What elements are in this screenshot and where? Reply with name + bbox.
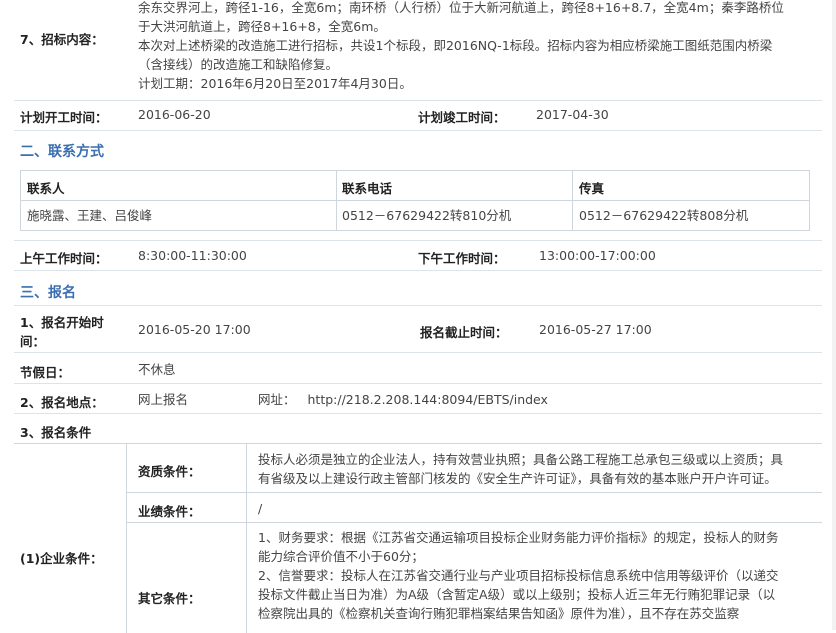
- qualification-line: 有省级及以上建设行政主管部门核发的《安全生产许可证》，具备有效的基本账户开户许可…: [258, 471, 777, 486]
- holiday-value: 不休息: [138, 362, 176, 377]
- company-conditions-label: (1)企业条件：: [20, 551, 103, 566]
- item7-line: 计划工期：2016年6月20日至2017年4月30日。: [138, 76, 412, 91]
- item7-line: 于大洪河航道上，跨径8+16+8，全宽6m。: [138, 19, 386, 34]
- am-hours-value: 8:30:00-11:30:00: [138, 248, 247, 263]
- table-divider: [336, 170, 337, 230]
- table-divider: [126, 492, 822, 493]
- table-divider: [14, 443, 822, 444]
- divider: [14, 413, 822, 414]
- divider: [14, 383, 822, 384]
- signup-url-label: 网址：: [258, 392, 296, 407]
- plan-end-value: 2017-04-30: [536, 107, 609, 122]
- other-conditions-line: 检察院出具的《检察机关查询行贿犯罪档案结果告知函》原件为准），且不存在苏交监察: [258, 606, 740, 621]
- other-conditions-line: 2、信誉要求：投标人在江苏省交通行业与产业项目招标投标信息系统中信用等级评价（以…: [258, 568, 779, 583]
- item7-line: （含接线）的改造施工和缺陷修复。: [138, 57, 339, 72]
- table-divider: [572, 170, 573, 230]
- other-conditions-line: 能力综合评价值不小于60分；: [258, 549, 424, 564]
- other-conditions-text: 1、财务要求：根据《江苏省交通运输项目投标企业财务能力评价指标》的规定，投标人的…: [258, 528, 818, 623]
- contact-section-title: 二、联系方式: [20, 144, 104, 160]
- table-divider: [20, 200, 809, 201]
- divider: [14, 270, 822, 271]
- qualification-line: 投标人必须是独立的企业法人，持有效营业执照；具备公路工程施工总承包三级或以上资质…: [258, 452, 784, 467]
- table-divider: [126, 443, 127, 633]
- signup-place-value: 网上报名: [138, 392, 189, 407]
- signup-end-value: 2016-05-27 17:00: [539, 322, 652, 337]
- performance-label: 业绩条件：: [138, 504, 201, 519]
- item7-content: 余东交界河上，跨径1-16，全宽6m；南环桥（人行桥）位于大新河航道上，跨径8+…: [138, 0, 818, 93]
- signup-end-label: 报名截止时间：: [420, 325, 508, 340]
- table-divider: [246, 443, 247, 633]
- signup-place-label: 2、报名地点：: [20, 395, 104, 410]
- scrollbar-track[interactable]: [832, 0, 836, 630]
- plan-start-label: 计划开工时间：: [20, 110, 108, 125]
- item7-label: 7、招标内容：: [20, 32, 104, 47]
- contact-phone: 0512－67629422转810分机: [342, 208, 512, 223]
- holiday-label: 节假日：: [20, 365, 71, 380]
- qualification-label: 资质条件：: [138, 464, 201, 479]
- contact-person: 施晓露、王建、吕俊峰: [27, 208, 153, 223]
- contact-header-phone: 联系电话: [342, 181, 393, 196]
- signup-start-label: 1、报名开始时 间：: [20, 313, 104, 351]
- divider: [14, 352, 822, 353]
- signup-url[interactable]: 网址： http://218.2.208.144:8094/EBTS/index: [258, 390, 548, 409]
- divider: [14, 240, 822, 241]
- other-conditions-label: 其它条件：: [138, 591, 201, 606]
- pm-hours-label: 下午工作时间：: [418, 251, 506, 266]
- signup-conditions-label: 3、报名条件: [20, 425, 92, 440]
- table-divider: [126, 522, 822, 523]
- contact-fax: 0512－67629422转808分机: [579, 208, 749, 223]
- other-conditions-line: 投标文件截止当日为准）为A级（含暂定A级）或以上级别；投标人近三年无行贿犯罪记录…: [258, 587, 776, 602]
- contact-header-person: 联系人: [27, 181, 65, 196]
- performance-value: /: [258, 501, 263, 516]
- qualification-text: 投标人必须是独立的企业法人，持有效营业执照；具备公路工程施工总承包三级或以上资质…: [258, 450, 818, 488]
- divider: [14, 100, 822, 101]
- signup-start-label-line: 1、报名开始时: [20, 315, 104, 330]
- am-hours-label: 上午工作时间：: [20, 251, 108, 266]
- pm-hours-value: 13:00:00-17:00:00: [539, 248, 656, 263]
- plan-end-label: 计划竣工时间：: [418, 110, 506, 125]
- signup-url-link[interactable]: http://218.2.208.144:8094/EBTS/index: [308, 392, 548, 407]
- signup-section-title: 三、报名: [20, 285, 76, 301]
- divider: [14, 130, 822, 131]
- signup-start-label-line: 间：: [20, 334, 46, 349]
- signup-start-value: 2016-05-20 17:00: [138, 322, 251, 337]
- contact-header-fax: 传真: [579, 181, 605, 196]
- item7-line: 本次对上述桥梁的改造施工进行招标，共设1个标段，即2016NQ-1标段。招标内容…: [138, 38, 773, 53]
- item7-line: 余东交界河上，跨径1-16，全宽6m；南环桥（人行桥）位于大新河航道上，跨径8+…: [138, 0, 784, 15]
- plan-start-value: 2016-06-20: [138, 107, 211, 122]
- other-conditions-line: 1、财务要求：根据《江苏省交通运输项目投标企业财务能力评价指标》的规定，投标人的…: [258, 530, 779, 545]
- divider: [14, 305, 822, 306]
